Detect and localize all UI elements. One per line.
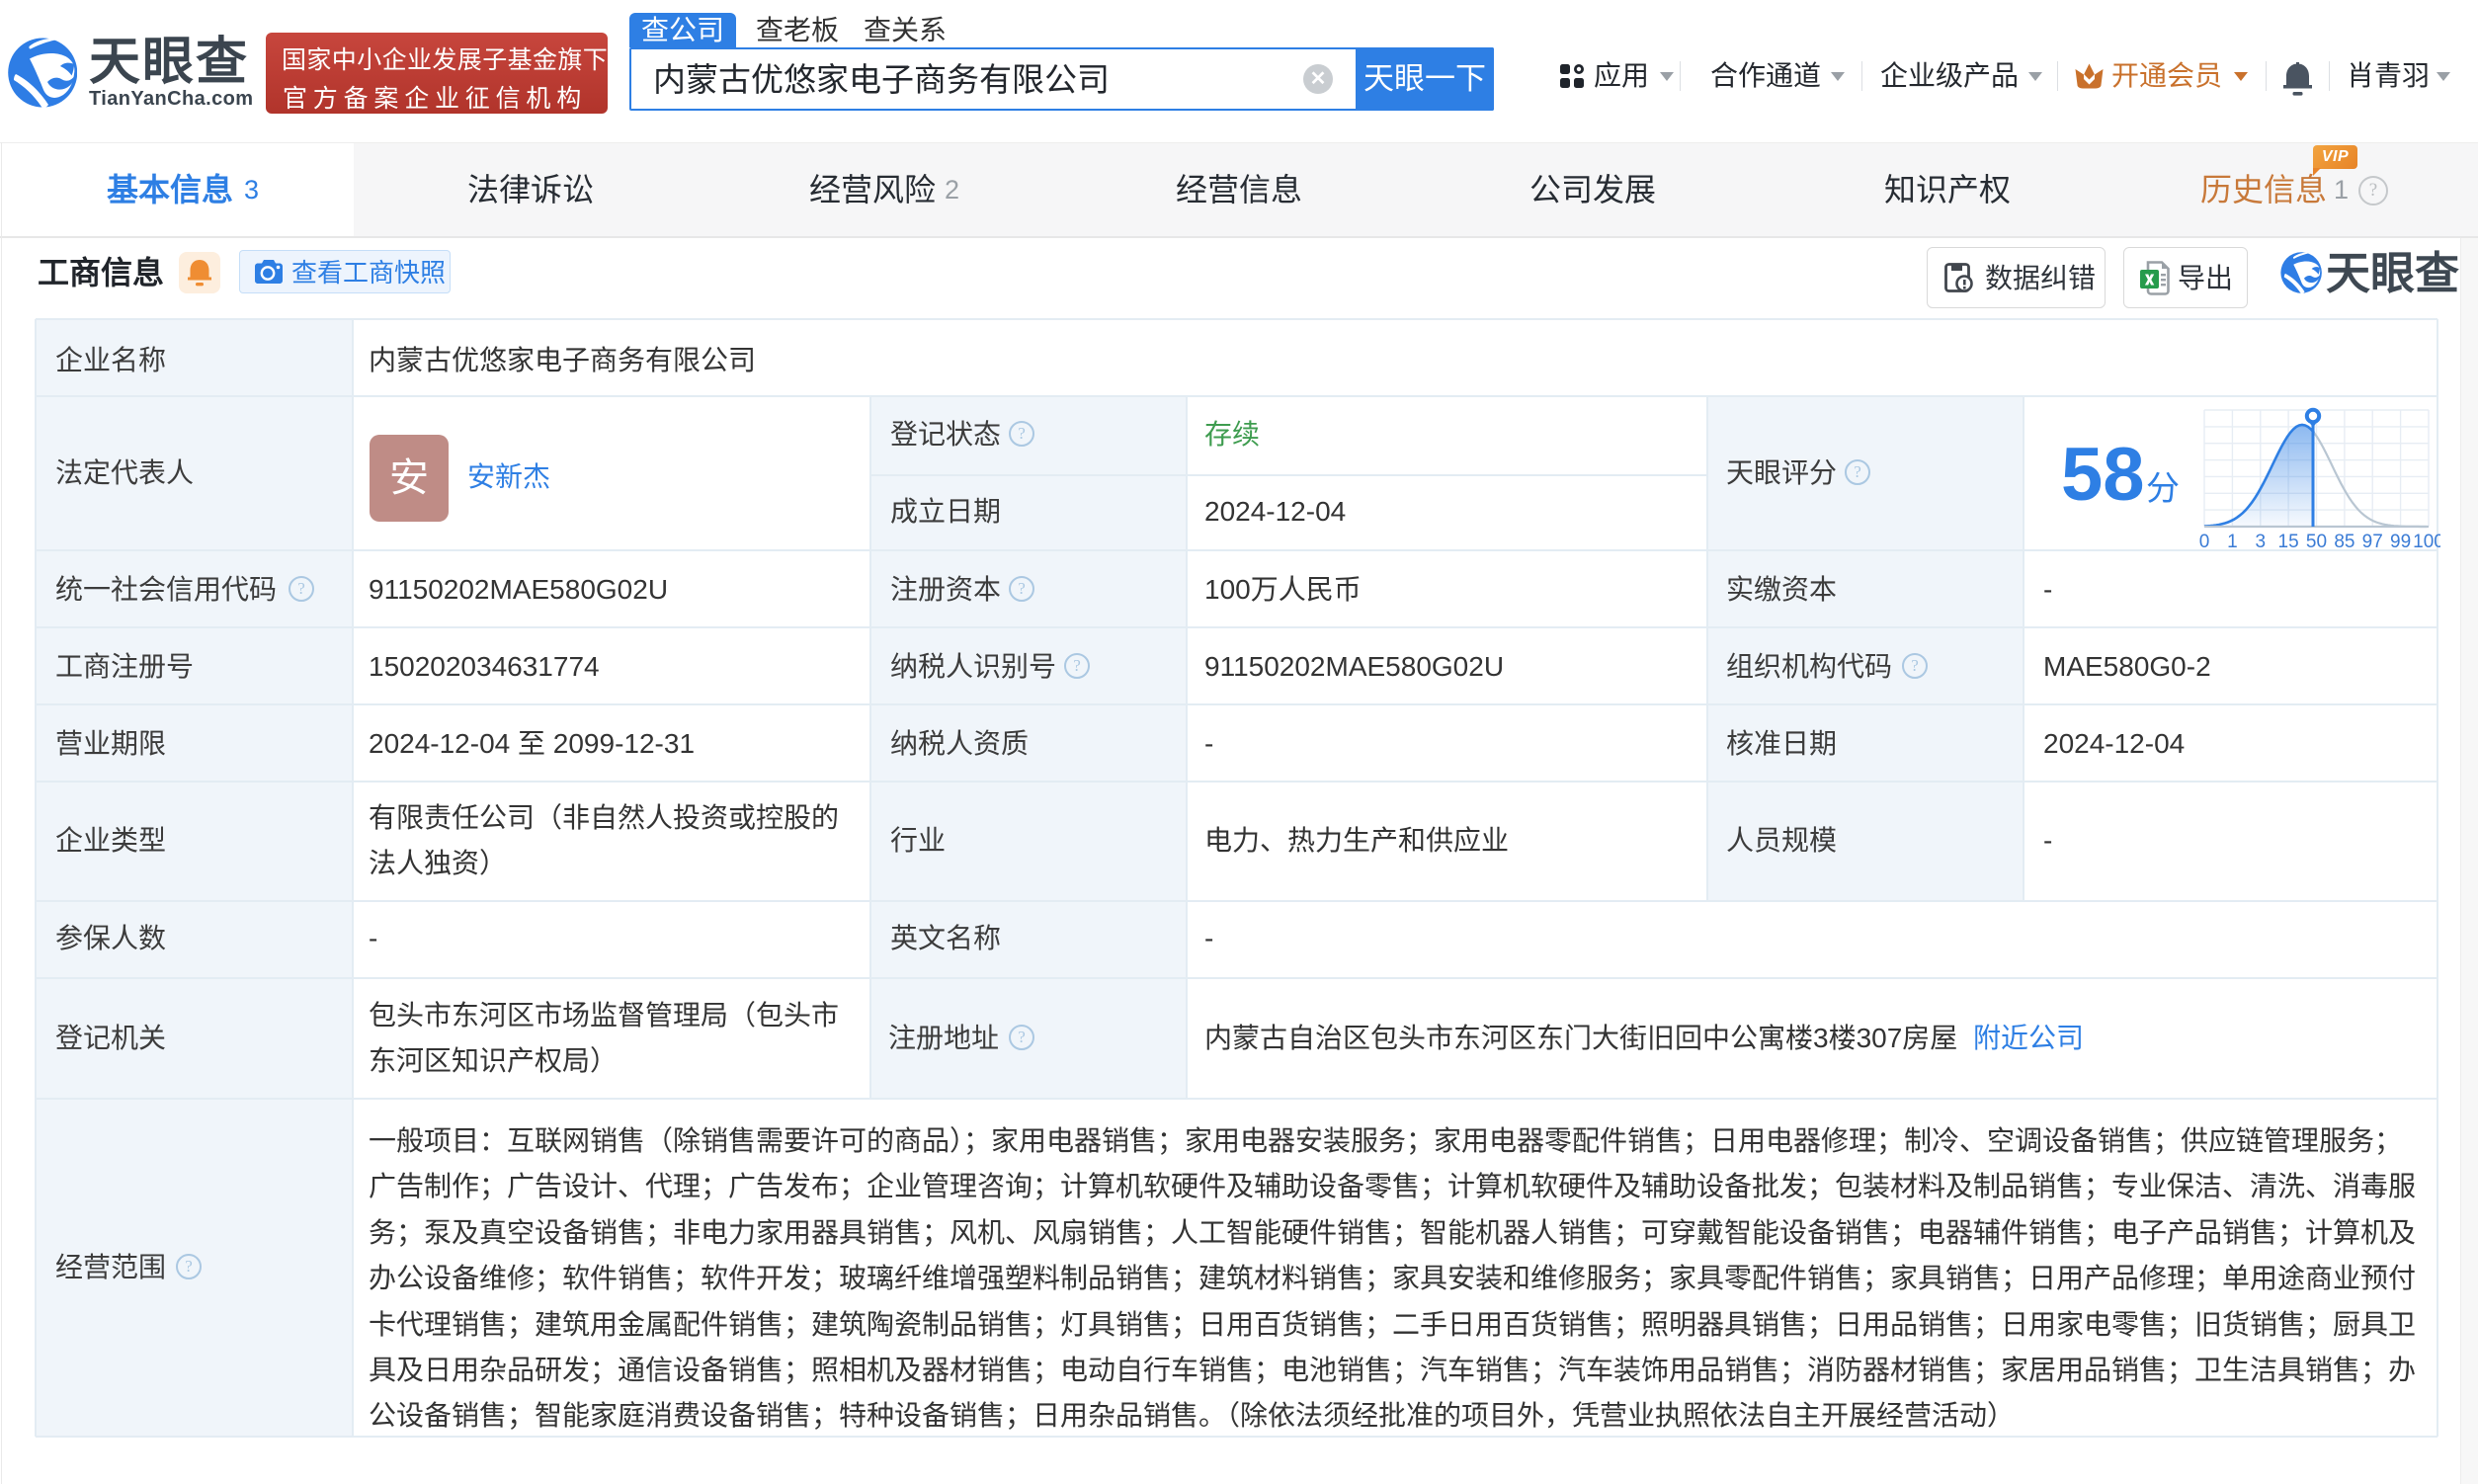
svg-text:0: 0 <box>2199 532 2210 552</box>
svg-text:97: 97 <box>2362 532 2383 552</box>
svg-text:1: 1 <box>2227 532 2238 552</box>
svg-text:3: 3 <box>2256 532 2267 552</box>
svg-text:99: 99 <box>2390 532 2411 552</box>
svg-text:100: 100 <box>2413 532 2440 552</box>
svg-text:85: 85 <box>2334 532 2354 552</box>
svg-text:50: 50 <box>2306 532 2327 552</box>
svg-text:15: 15 <box>2278 532 2299 552</box>
